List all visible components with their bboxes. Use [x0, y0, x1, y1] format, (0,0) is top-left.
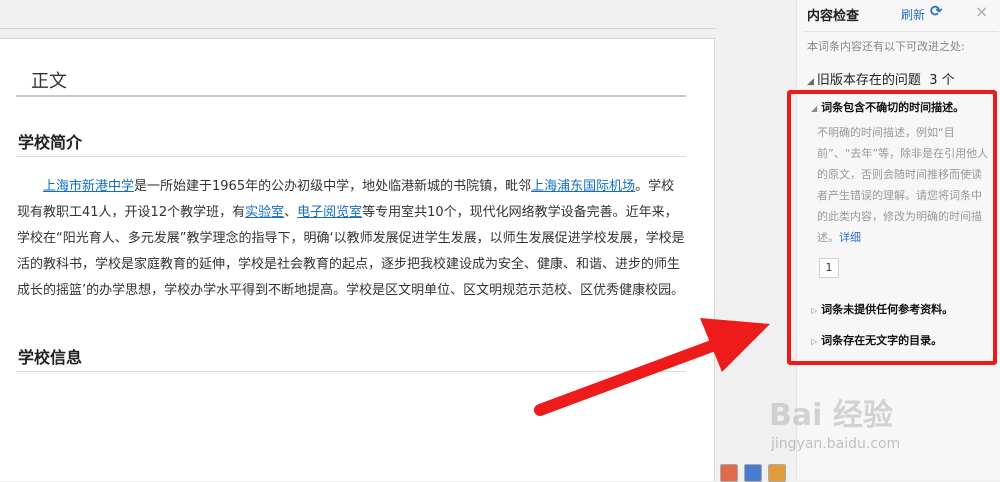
annotation-arrow-icon [534, 318, 770, 416]
